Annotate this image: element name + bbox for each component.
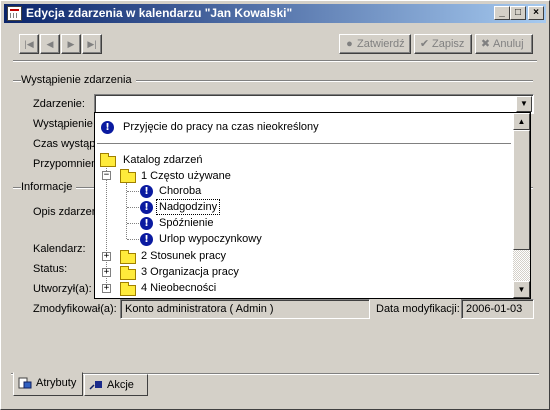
save-button[interactable]: ✔ Zapisz xyxy=(414,34,472,54)
scroll-down-icon[interactable]: ▼ xyxy=(513,281,530,298)
modified-by-label: Zmodyfikował(a): xyxy=(33,303,117,315)
folder-icon xyxy=(120,282,136,296)
exclamation-icon: ! xyxy=(101,121,114,134)
tree-group-label[interactable]: 1 Często używane xyxy=(141,170,231,182)
tree-group-label[interactable]: 3 Organizacja pracy xyxy=(141,266,239,278)
attributes-icon xyxy=(18,377,32,389)
event-label: Zdarzenie: xyxy=(33,98,85,110)
modified-date-field: 2006-01-03 xyxy=(461,299,534,319)
next-record-button[interactable]: ▶ xyxy=(61,34,81,54)
occurrence-label: Wystąpienie xyxy=(33,118,93,130)
calendar-app-icon xyxy=(7,6,22,21)
dropdown-scrollbar[interactable]: ▲ ▼ xyxy=(513,113,530,298)
reminder-label: Przypomnien xyxy=(33,158,98,170)
tree-connector xyxy=(127,239,139,240)
dialog-window: Edycja zdarzenia w kalendarzu "Jan Kowal… xyxy=(0,0,550,410)
folder-icon xyxy=(120,250,136,264)
actions-icon xyxy=(89,381,102,390)
maximize-button[interactable]: □ xyxy=(510,6,526,20)
tree-connector xyxy=(127,223,139,224)
window-title: Edycja zdarzenia w kalendarzu "Jan Kowal… xyxy=(26,6,293,20)
tab-attributes[interactable]: Atrybuty xyxy=(13,372,83,396)
cancel-button[interactable]: ✖ Anuluj xyxy=(475,34,533,54)
calendar-label: Kalendarz: xyxy=(33,243,86,255)
exclamation-icon: ! xyxy=(140,233,153,246)
last-record-button[interactable]: ▶| xyxy=(82,34,102,54)
scroll-up-icon[interactable]: ▲ xyxy=(513,113,530,130)
check-icon: ✔ xyxy=(419,38,430,50)
previous-record-button[interactable]: ◀ xyxy=(40,34,60,54)
exclamation-icon: ! xyxy=(140,185,153,198)
duration-label: Czas wystąp xyxy=(33,138,96,150)
modified-date-label: Data modyfikacji: xyxy=(376,303,460,315)
folder-icon xyxy=(120,169,136,183)
tree-connector xyxy=(127,191,139,192)
info-group-title: Informacje xyxy=(21,181,77,193)
tree-item-label[interactable]: Urlop wypoczynkowy xyxy=(159,233,262,245)
tree-connector xyxy=(127,207,139,208)
folder-icon xyxy=(120,266,136,280)
toolbar-divider xyxy=(13,60,537,62)
cross-icon: ✖ xyxy=(480,38,491,50)
expand-toggle[interactable]: + xyxy=(102,284,111,293)
tree-item-label[interactable]: Spóźnienie xyxy=(159,217,213,229)
folder-icon xyxy=(100,153,116,167)
expand-toggle[interactable]: + xyxy=(102,268,111,277)
tree-group-label[interactable]: 2 Stosunek pracy xyxy=(141,250,226,262)
status-label: Status: xyxy=(33,263,68,275)
confirm-button[interactable]: ● Zatwierdź xyxy=(339,34,411,54)
close-button[interactable]: × xyxy=(528,6,544,20)
event-dropdown-list[interactable]: ! Przyjęcie do pracy na czas nieokreślon… xyxy=(94,112,531,299)
tab-actions[interactable]: Akcje xyxy=(84,374,148,396)
title-bar[interactable]: Edycja zdarzenia w kalendarzu "Jan Kowal… xyxy=(4,4,546,23)
collapse-toggle[interactable]: − xyxy=(102,171,111,180)
dropdown-arrow-icon[interactable]: ▼ xyxy=(516,96,532,112)
modified-by-field: Konto administratora ( Admin ) xyxy=(120,299,370,319)
tree-root-label[interactable]: Katalog zdarzeń xyxy=(123,154,203,166)
scroll-track[interactable] xyxy=(513,250,530,281)
list-separator xyxy=(97,143,511,144)
selected-event-row[interactable]: ! Przyjęcie do pracy na czas nieokreślon… xyxy=(95,113,512,143)
occurrence-group-title: Wystąpienie zdarzenia xyxy=(21,74,136,86)
tree-group-label[interactable]: 4 Nieobecności xyxy=(141,282,216,294)
tree-item-label-focused[interactable]: Nadgodziny xyxy=(156,199,221,215)
scroll-thumb[interactable] xyxy=(513,130,530,250)
first-record-button[interactable]: |◀ xyxy=(19,34,39,54)
confirm-icon: ● xyxy=(346,38,353,50)
exclamation-icon: ! xyxy=(140,217,153,230)
tree-item-label[interactable]: Choroba xyxy=(159,185,201,197)
created-by-label: Utworzył(a): xyxy=(33,283,92,295)
event-combobox[interactable]: ▼ xyxy=(94,94,534,114)
minimize-button[interactable]: _ xyxy=(494,6,510,20)
expand-toggle[interactable]: + xyxy=(102,252,111,261)
exclamation-icon: ! xyxy=(140,201,153,214)
description-label: Opis zdarzen xyxy=(33,206,98,218)
